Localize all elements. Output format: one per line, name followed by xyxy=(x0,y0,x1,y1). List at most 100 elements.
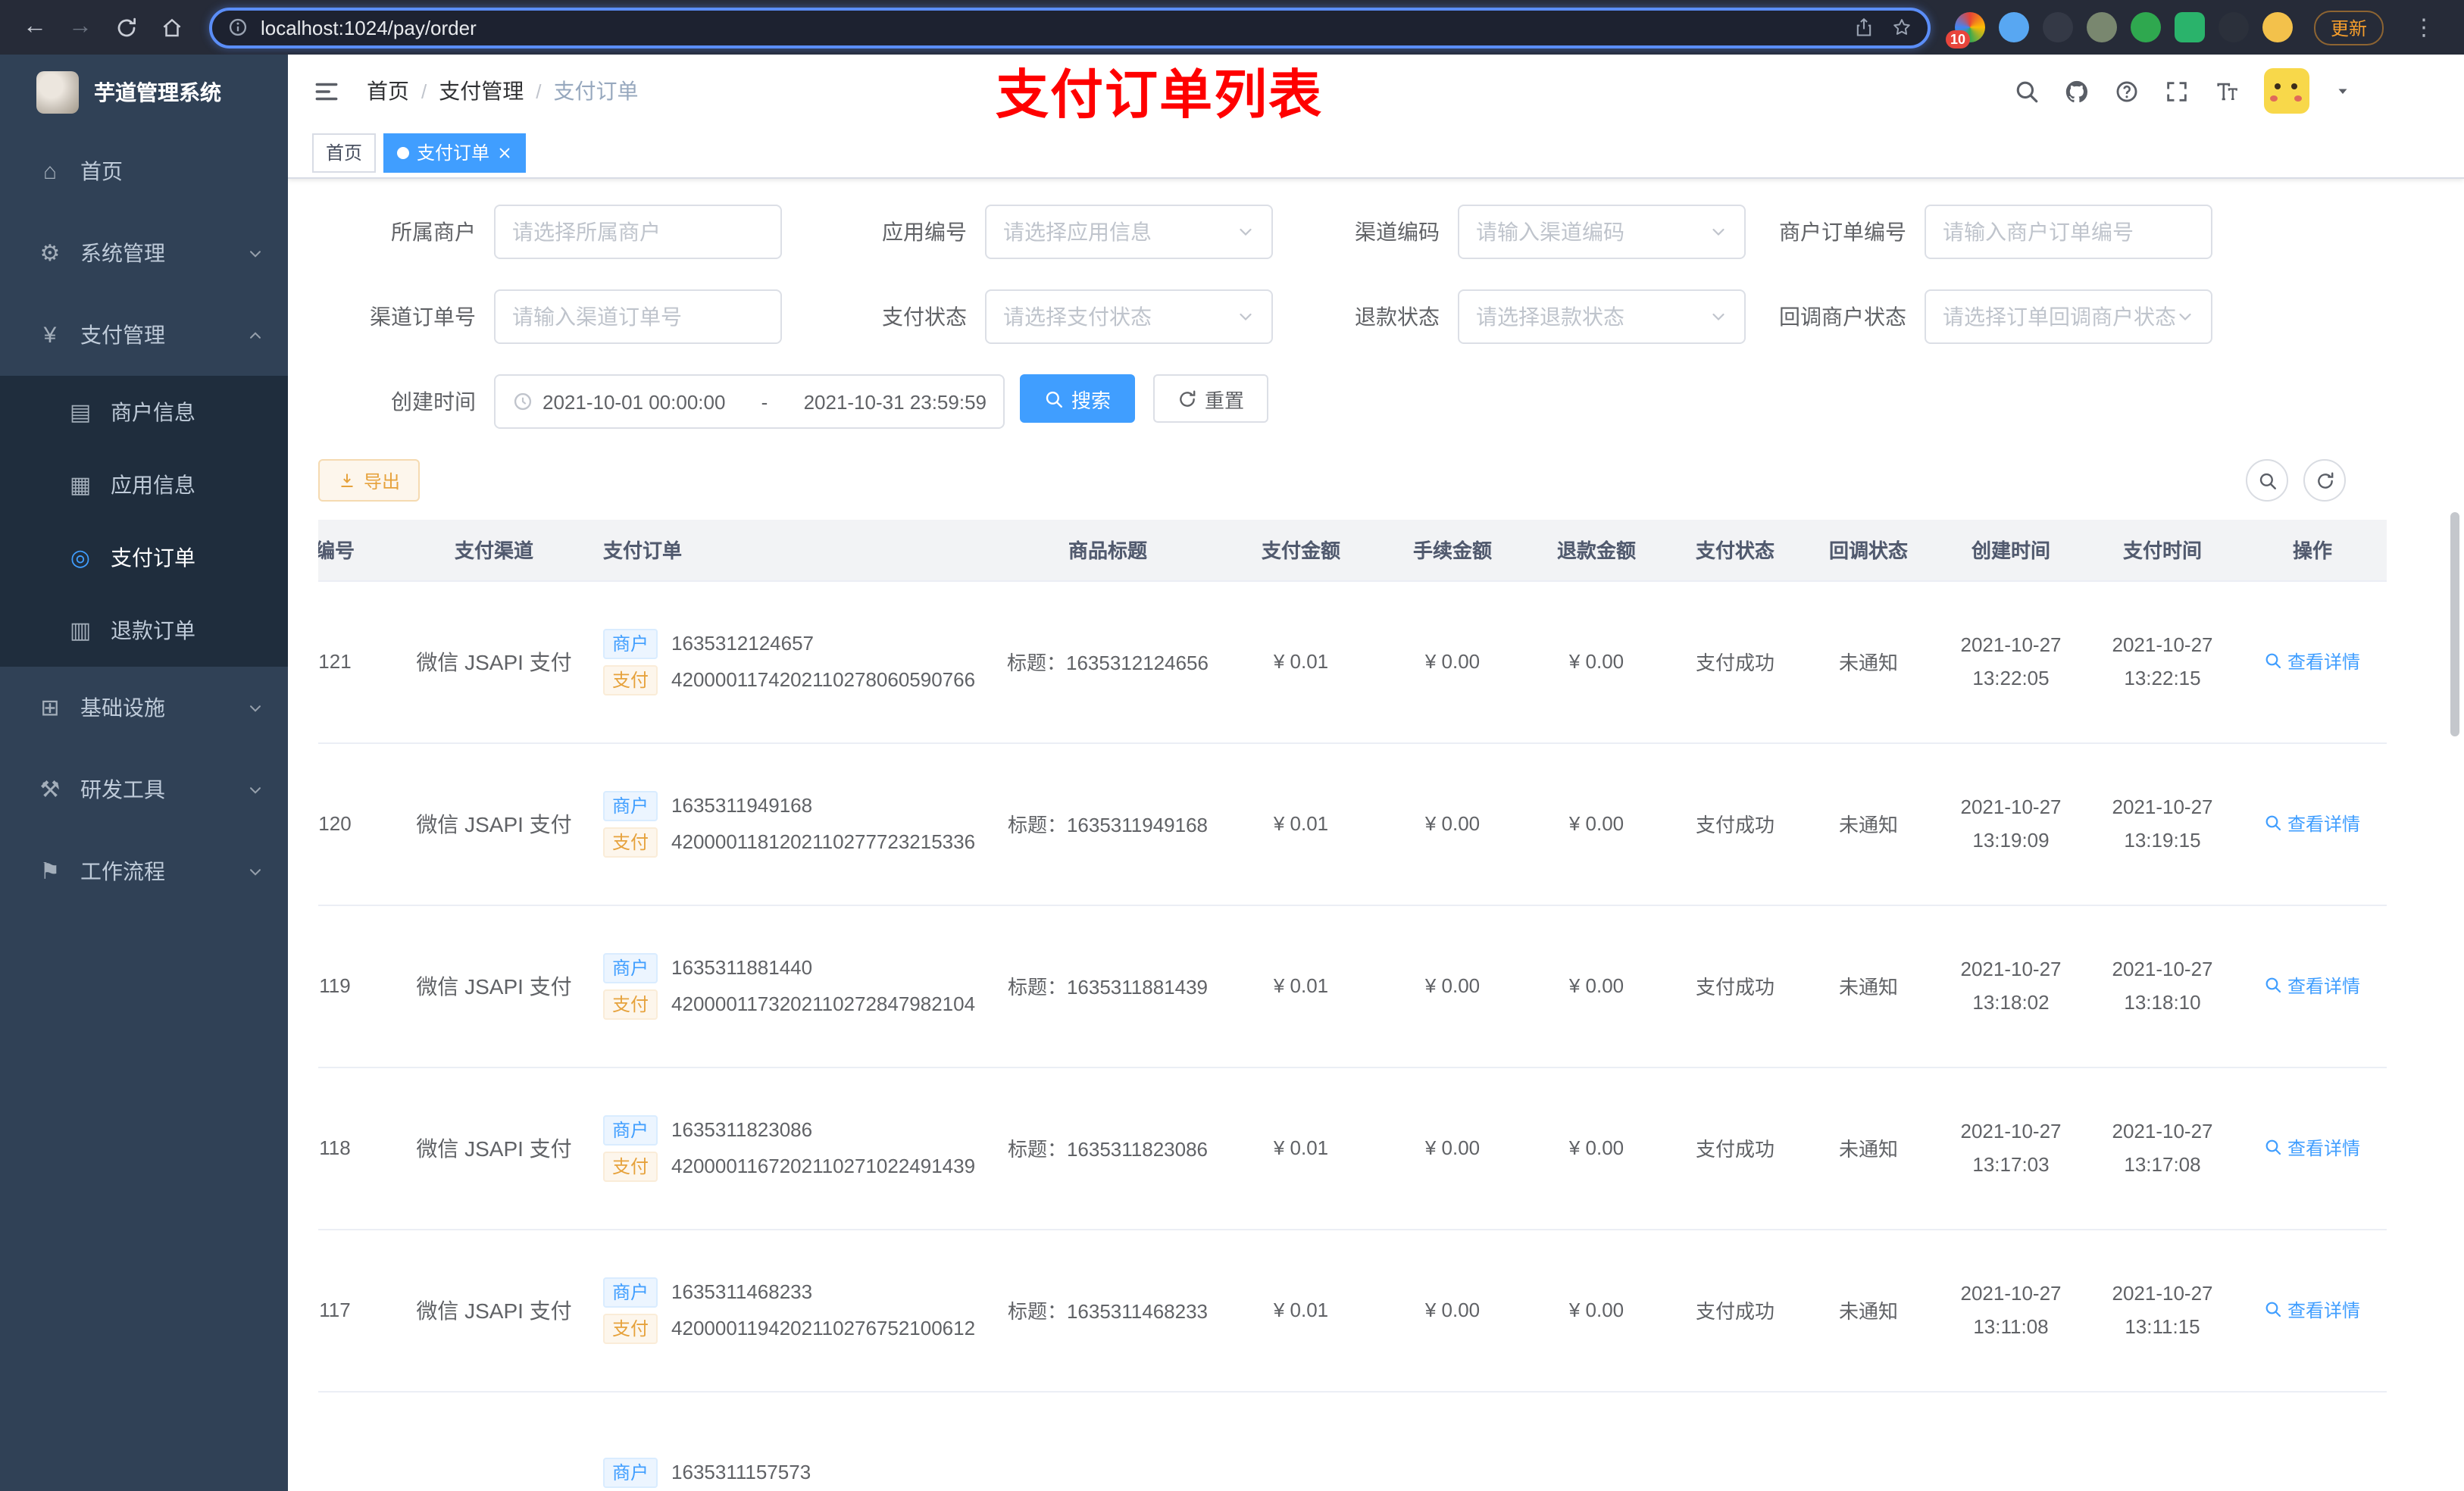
date-start[interactable]: 2021-10-01 00:00:00 xyxy=(543,390,725,413)
refresh-table-button[interactable] xyxy=(2303,459,2346,502)
sidebar-toggle-icon[interactable] xyxy=(312,77,341,105)
app-no-select[interactable]: 请选择应用信息 xyxy=(985,205,1273,259)
extension-icon[interactable] xyxy=(1998,12,2029,42)
cell-title xyxy=(994,1391,1221,1491)
tab-pay-order[interactable]: 支付订单 xyxy=(383,133,527,172)
cell-amount: ¥ 0.01 xyxy=(1221,1067,1381,1230)
breadcrumb-home[interactable]: 首页 xyxy=(367,76,409,106)
app-logo[interactable]: 芋道管理系统 xyxy=(0,55,288,130)
pay-tag: 支付 xyxy=(603,1151,658,1181)
col-actions: 操作 xyxy=(2238,520,2387,581)
search-icon[interactable] xyxy=(2014,78,2040,104)
sidebar-item-workflow[interactable]: ⚑ 工作流程 xyxy=(0,830,288,912)
table-header-row: 编号 支付渠道 支付订单 商品标题 支付金额 手续金额 退款金额 支付状态 回调… xyxy=(318,520,2387,581)
col-pay-order: 支付订单 xyxy=(585,520,994,581)
tab-home[interactable]: 首页 xyxy=(312,133,377,172)
target-icon: ◎ xyxy=(70,545,91,571)
browser-back-icon[interactable]: ← xyxy=(15,8,55,47)
view-detail-link[interactable]: 查看详情 xyxy=(2265,973,2360,999)
fullscreen-icon[interactable] xyxy=(2164,78,2190,104)
yen-icon: ¥ xyxy=(43,322,57,348)
callback-status-select[interactable]: 请选择订单回调商户状态 xyxy=(1925,289,2212,344)
toggle-search-button[interactable] xyxy=(2246,459,2288,502)
col-pay-time: 支付时间 xyxy=(2087,520,2238,581)
browser-home-icon[interactable] xyxy=(152,8,191,47)
sidebar-item-pay-order[interactable]: ◎ 支付订单 xyxy=(0,521,288,594)
sidebar-item-home[interactable]: ⌂ 首页 xyxy=(0,130,288,212)
extension-icon[interactable]: 10 xyxy=(1945,12,1985,48)
help-icon[interactable] xyxy=(2114,78,2140,104)
sidebar-item-merchant-info[interactable]: ▤ 商户信息 xyxy=(0,376,288,449)
merchant-label: 所属商户 xyxy=(391,220,476,244)
cell-title: 标题：1635311468233 xyxy=(994,1229,1221,1392)
sidebar-item-payment[interactable]: ¥ 支付管理 xyxy=(0,294,288,376)
refund-status-select[interactable]: 请选择退款状态 xyxy=(1458,289,1746,344)
font-size-icon[interactable] xyxy=(2214,78,2240,104)
bookmark-star-icon[interactable] xyxy=(1891,17,1912,38)
breadcrumb-pay-management[interactable]: 支付管理 xyxy=(439,76,524,106)
browser-update-button[interactable]: 更新 xyxy=(2313,10,2384,45)
pay-status-select[interactable]: 请选择支付状态 xyxy=(985,289,1273,344)
view-detail-link[interactable]: 查看详情 xyxy=(2265,811,2360,836)
extension-icon[interactable] xyxy=(2218,12,2249,42)
date-end[interactable]: 2021-10-31 23:59:59 xyxy=(804,390,987,413)
cell-notify xyxy=(1802,1391,1935,1491)
github-icon[interactable] xyxy=(2064,78,2090,104)
merchant-order-no-input[interactable] xyxy=(1925,205,2212,259)
share-icon[interactable] xyxy=(1853,17,1875,38)
extension-icon[interactable] xyxy=(2262,12,2293,42)
merchant-input[interactable] xyxy=(494,205,782,259)
cell-title: 标题：1635311881439 xyxy=(994,905,1221,1067)
navbar: 首页 / 支付管理 / 支付订单 支付订单列表 xyxy=(288,55,2464,127)
url-bar[interactable]: localhost:1024/pay/order xyxy=(209,7,1931,48)
browser-forward-icon[interactable]: → xyxy=(61,8,100,47)
sidebar-item-refund-order[interactable]: ▥ 退款订单 xyxy=(0,594,288,667)
page-annotation: 支付订单列表 xyxy=(995,66,1324,125)
merchant-tag: 商户 xyxy=(603,1114,658,1145)
cell-fee: ¥ 0.00 xyxy=(1381,1067,1524,1230)
browser-toolbar: ← → localhost:1024/pay/order 10 更新 ⋮ xyxy=(0,0,2464,55)
view-detail-link[interactable]: 查看详情 xyxy=(2265,1297,2360,1323)
sidebar-item-devtools[interactable]: ⚒ 研发工具 xyxy=(0,749,288,830)
reset-button[interactable]: 重置 xyxy=(1153,374,1269,423)
cell-channel xyxy=(403,1391,585,1491)
channel-order-no-input[interactable] xyxy=(494,289,782,344)
orders-table: 编号 支付渠道 支付订单 商品标题 支付金额 手续金额 退款金额 支付状态 回调… xyxy=(318,520,2440,1491)
view-detail-link[interactable]: 查看详情 xyxy=(2265,649,2360,674)
close-icon[interactable] xyxy=(497,145,512,160)
extension-icon[interactable] xyxy=(2130,12,2161,42)
merchant-tag: 商户 xyxy=(603,952,658,983)
cell-title: 标题：1635312124656 xyxy=(994,580,1221,743)
export-button[interactable]: 导出 xyxy=(318,459,421,502)
channel-pay-no: 4200001181202110277723215336 xyxy=(671,830,976,853)
site-info-icon[interactable] xyxy=(227,17,249,38)
refund-status-label: 退款状态 xyxy=(1355,305,1440,329)
extension-icon[interactable] xyxy=(2086,12,2117,42)
chevron-down-icon xyxy=(1709,308,1728,326)
merchant-tag: 商户 xyxy=(603,1457,658,1487)
create-time-range-picker[interactable]: 2021-10-01 00:00:00 - 2021-10-31 23:59:5… xyxy=(494,374,1005,429)
merchant-tag: 商户 xyxy=(603,1277,658,1307)
cell-actions xyxy=(2238,1391,2387,1491)
cell-status xyxy=(1668,1391,1802,1491)
avatar[interactable] xyxy=(2264,68,2309,114)
merchant-tag: 商户 xyxy=(603,790,658,821)
page-scrollbar[interactable] xyxy=(2450,512,2459,736)
sidebar-item-infrastructure[interactable]: ⊞ 基础设施 xyxy=(0,667,288,749)
breadcrumb: 首页 / 支付管理 / 支付订单 xyxy=(367,76,639,106)
pay-tag: 支付 xyxy=(603,989,658,1019)
browser-reload-icon[interactable] xyxy=(106,8,145,47)
sidebar-item-system[interactable]: ⚙ 系统管理 xyxy=(0,212,288,294)
extension-icon[interactable] xyxy=(2174,12,2205,42)
channel-code-select[interactable]: 请输入渠道编码 xyxy=(1458,205,1746,259)
view-detail-link[interactable]: 查看详情 xyxy=(2265,1135,2360,1161)
sidebar-item-app-info[interactable]: ▦ 应用信息 xyxy=(0,449,288,521)
cell-notify: 未通知 xyxy=(1802,1229,1935,1392)
search-button[interactable]: 搜索 xyxy=(1020,374,1136,423)
caret-down-icon[interactable] xyxy=(2334,82,2352,100)
extension-icon[interactable] xyxy=(2042,12,2073,42)
cell-fee: ¥ 0.00 xyxy=(1381,1229,1524,1392)
browser-menu-icon[interactable]: ⋮ xyxy=(2412,14,2435,41)
merchant-order-no: 1635312124657 xyxy=(671,632,815,655)
cell-title: 标题：1635311949168 xyxy=(994,742,1221,905)
